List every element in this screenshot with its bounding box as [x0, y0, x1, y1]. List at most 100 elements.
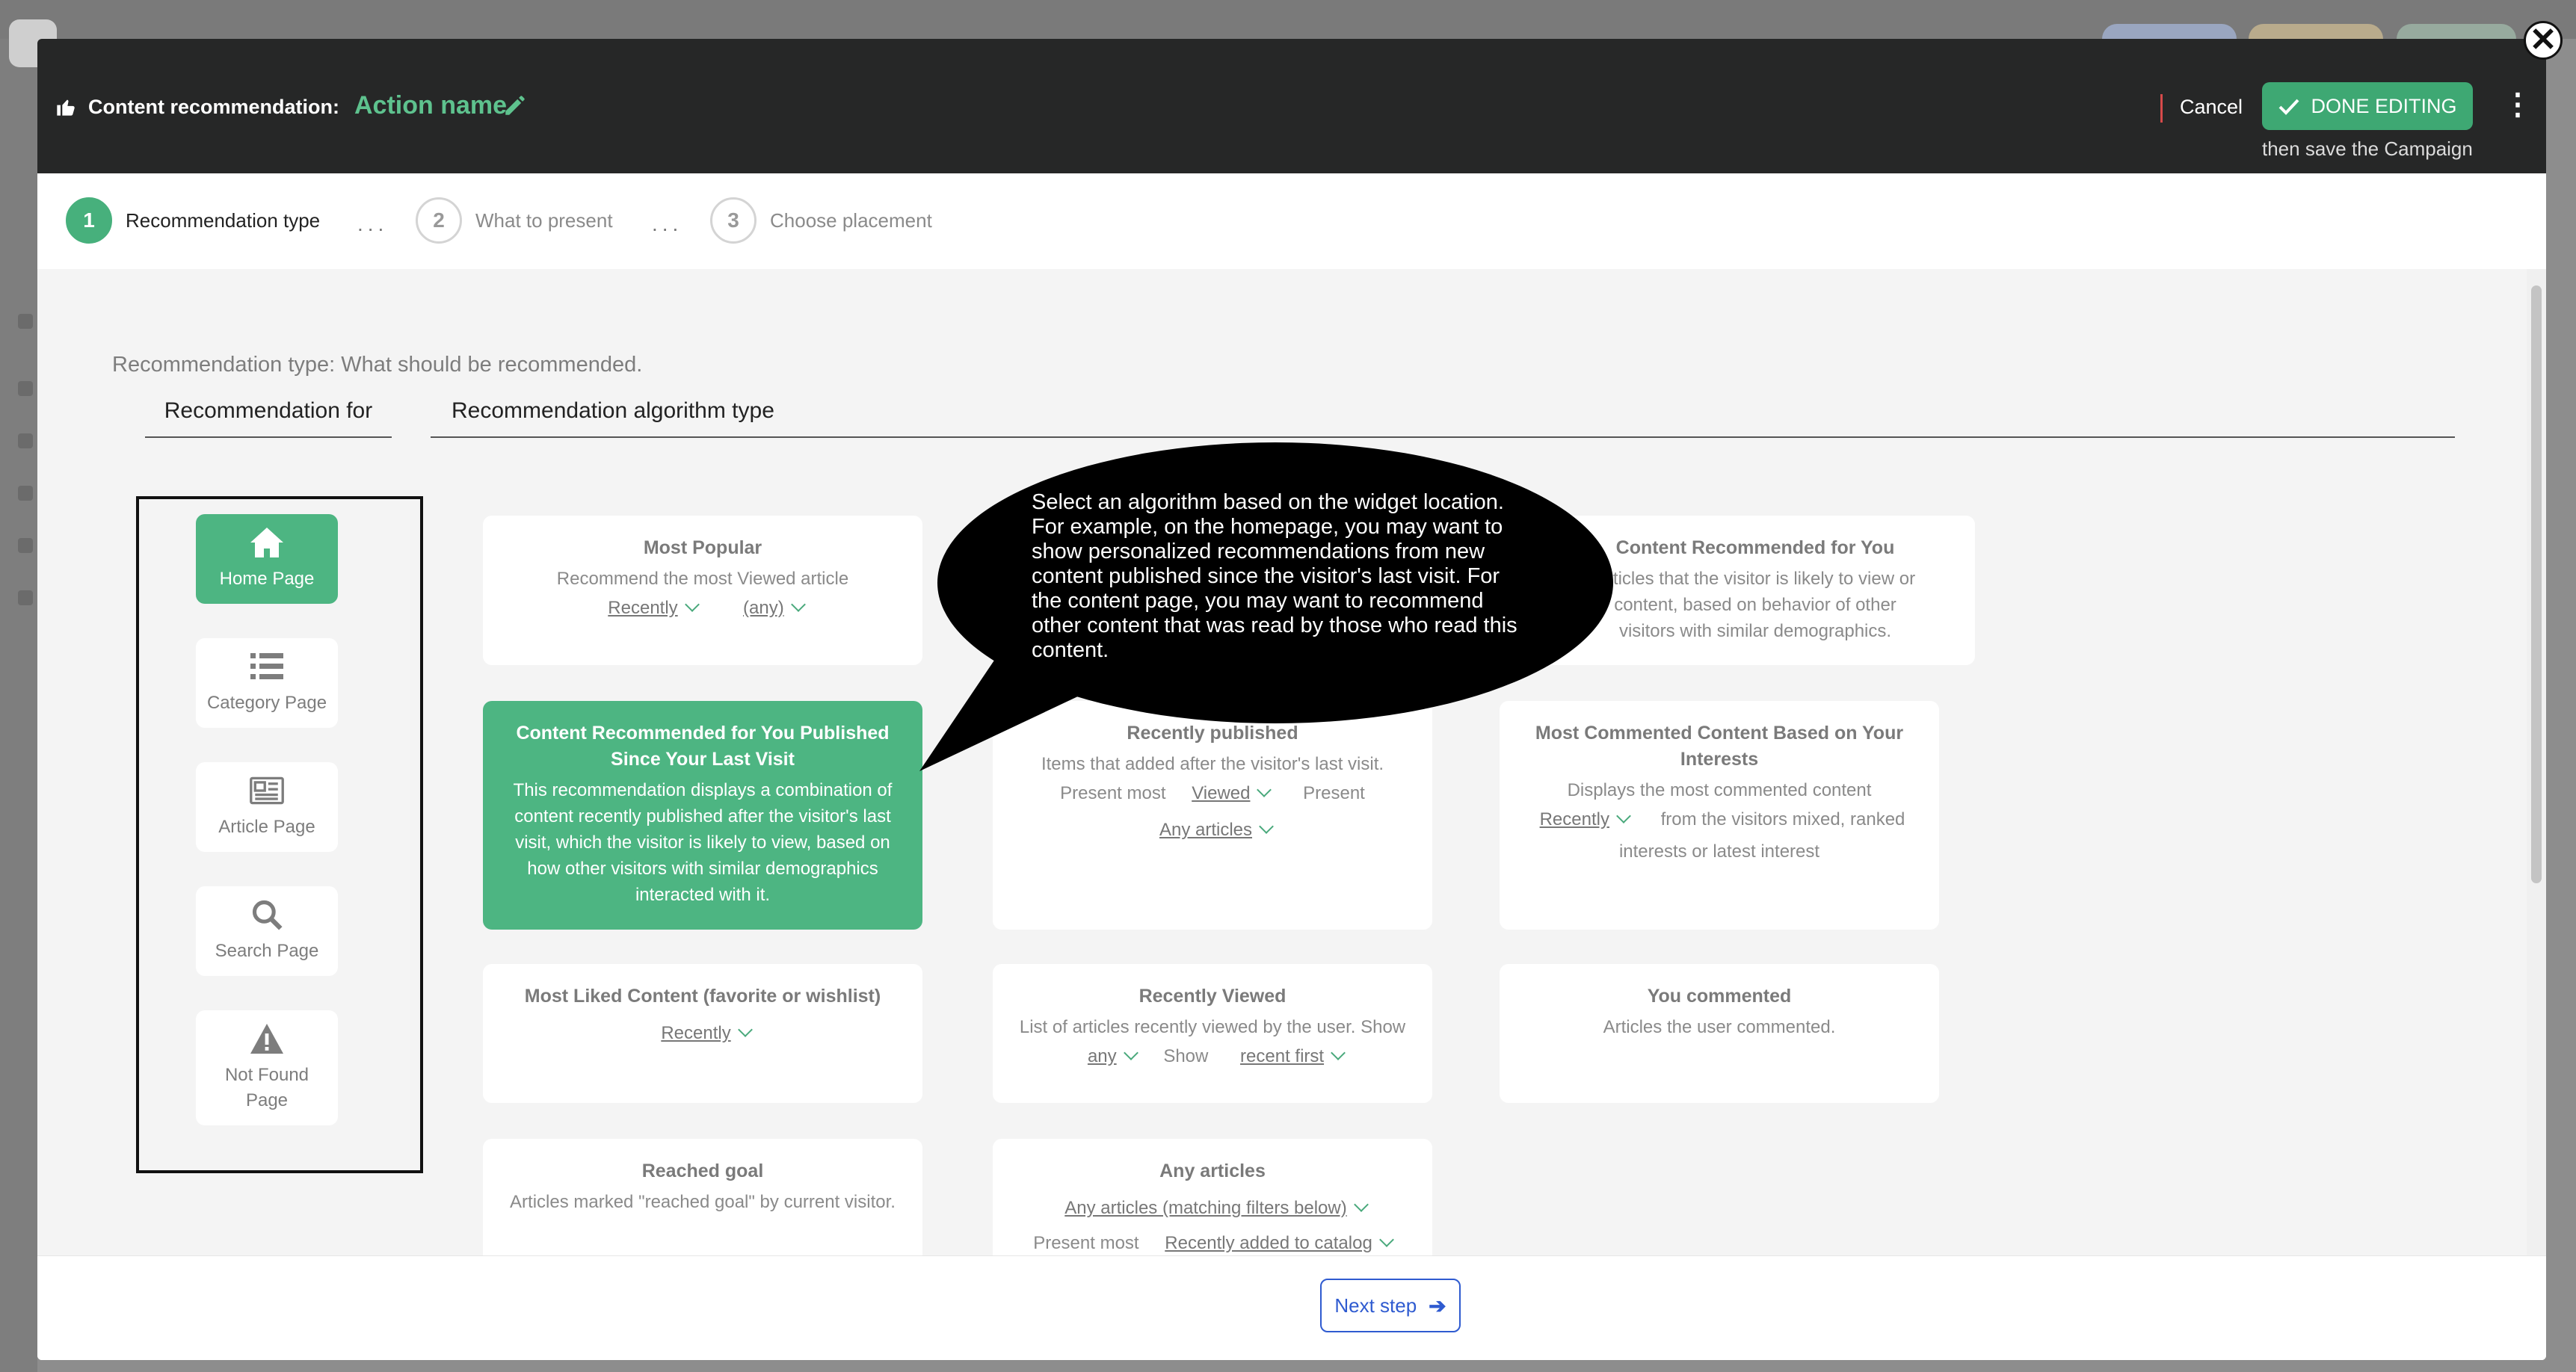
algorithm-card-reached-goal[interactable]: Reached goal Articles marked "reached go… [483, 1139, 922, 1255]
scrollbar-thumb[interactable] [2531, 285, 2542, 883]
next-step-button[interactable]: Next step ➔ [1320, 1279, 1461, 1332]
step-label: Choose placement [770, 208, 932, 232]
card-controls: any Show recent first [1006, 1043, 1419, 1069]
card-controls: Recently (any) [496, 595, 909, 621]
card-title: Any articles [1159, 1161, 1266, 1181]
step-separator: ... [357, 212, 389, 235]
chevron-down-icon [684, 597, 700, 612]
arrow-right-icon: ➔ [1429, 1294, 1446, 1317]
card-title: You commented [1647, 986, 1792, 1007]
card-controls: Recently from the visitors mixed, ranked [1513, 806, 1926, 832]
step-separator: ... [652, 212, 683, 235]
step-what-to-present[interactable]: 2 What to present [416, 197, 613, 244]
order-dropdown[interactable]: recent first [1240, 1046, 1324, 1066]
algorithm-card-most-popular[interactable]: Most Popular Recommend the most Viewed a… [483, 516, 922, 665]
chevron-down-icon [1353, 1197, 1369, 1212]
card-controls: Recently [496, 1020, 909, 1046]
location-label: Home Page [219, 569, 315, 589]
background-sidebar-icon [18, 590, 33, 605]
modal-header: Content recommendation: Action name Canc… [37, 39, 2546, 173]
card-controls: Present most Recently added to catalog [1006, 1230, 1419, 1255]
chevron-down-icon [1616, 809, 1631, 823]
search-icon [252, 900, 283, 930]
action-name[interactable]: Action name [354, 91, 507, 120]
articles-filter-dropdown[interactable]: Any articles (matching filters below) [1064, 1198, 1346, 1218]
time-range-dropdown[interactable]: Recently [661, 1023, 730, 1043]
articles-dropdown[interactable]: Any articles [1159, 820, 1252, 840]
content-recommendation-modal: Content recommendation: Action name Canc… [37, 39, 2546, 1360]
checkmark-icon [2279, 99, 2299, 115]
header-divider [2160, 94, 2163, 123]
step-number: 1 [66, 197, 112, 244]
card-title: Most Popular [643, 537, 762, 558]
more-options-icon[interactable]: ⋮ [2503, 90, 2533, 120]
sort-dropdown[interactable]: Recently added to catalog [1165, 1233, 1372, 1253]
algorithm-card-most-liked[interactable]: Most Liked Content (favorite or wishlist… [483, 964, 922, 1103]
filter-dropdown[interactable]: (any) [743, 598, 784, 618]
background-sidebar-icon [18, 433, 33, 448]
chevron-down-icon [1331, 1045, 1346, 1060]
newspaper-icon [250, 776, 284, 805]
card-title: Most Liked Content (favorite or wishlist… [524, 986, 881, 1007]
background-sidebar-icon [18, 538, 33, 553]
location-label: Search Page [215, 941, 319, 961]
location-label: Article Page [218, 817, 315, 837]
tab-label: Recommendation algorithm type [452, 398, 774, 423]
time-range-dropdown[interactable]: Recently [1540, 809, 1609, 829]
location-article-page[interactable]: Article Page [196, 762, 338, 852]
chevron-down-icon [790, 597, 806, 612]
card-description: This recommendation displays a combinati… [513, 780, 893, 905]
algorithm-card-you-commented[interactable]: You commented Articles the user commente… [1500, 964, 1939, 1103]
step-number: 2 [416, 197, 462, 244]
background-app-sidebar [0, 39, 37, 1372]
card-control-label: Show [1163, 1046, 1209, 1066]
card-description: Articles the user commented. [1603, 1017, 1836, 1037]
step-number: 3 [710, 197, 757, 244]
background-sidebar-icon [18, 381, 33, 396]
step-choose-placement[interactable]: 3 Choose placement [710, 197, 932, 244]
tab-recommendation-algorithm[interactable]: Recommendation algorithm type [431, 386, 2455, 438]
close-modal-button[interactable]: ✕ [2524, 21, 2563, 60]
intro-text: Recommendation type: What should be reco… [112, 353, 643, 377]
card-controls: Any articles [1006, 817, 1419, 843]
chevron-down-icon [737, 1022, 753, 1037]
pencil-icon[interactable] [502, 93, 528, 118]
done-editing-button[interactable]: DONE EDITING [2262, 82, 2473, 130]
location-home-page[interactable]: Home Page [196, 514, 338, 604]
card-description: Recommend the most Viewed article [556, 569, 849, 589]
algorithm-card-recently-viewed[interactable]: Recently Viewed List of articles recentl… [993, 964, 1432, 1103]
location-search-page[interactable]: Search Page [196, 886, 338, 976]
card-control-label: from the visitors mixed, ranked [1660, 809, 1905, 829]
step-label: What to present [475, 208, 613, 232]
page-location-list: Home Page Category Page Article Page Sea… [136, 496, 423, 1173]
modal-footer: Next step ➔ [37, 1255, 2546, 1360]
cancel-button[interactable]: Cancel [2180, 96, 2243, 119]
step-recommendation-type[interactable]: 1 Recommendation type [66, 197, 320, 244]
tab-recommendation-for[interactable]: Recommendation for [145, 386, 392, 438]
chevron-down-icon [1378, 1232, 1394, 1247]
chevron-down-icon [1259, 819, 1274, 834]
warning-icon [250, 1024, 283, 1054]
next-step-label: Next step [1334, 1294, 1417, 1317]
thumbs-up-icon [57, 99, 75, 116]
background-sidebar-icon [18, 486, 33, 501]
tooltip-text: Select an algorithm based on the widget … [1032, 490, 1517, 662]
location-not-found-page[interactable]: Not Found Page [196, 1010, 338, 1125]
time-range-dropdown[interactable]: Recently [608, 598, 677, 618]
background-sidebar-icon [18, 314, 33, 329]
home-icon [250, 528, 283, 557]
location-label: Not Found Page [224, 1065, 309, 1110]
scope-dropdown[interactable]: any [1088, 1046, 1117, 1066]
card-title: Content Recommended for You Published Si… [516, 723, 890, 770]
card-title: Reached goal [641, 1161, 764, 1181]
done-editing-subtext: then save the Campaign [2262, 137, 2473, 160]
algorithm-card-any-articles[interactable]: Any articles Any articles (matching filt… [993, 1139, 1432, 1255]
location-category-page[interactable]: Category Page [196, 638, 338, 728]
step-label: Recommendation type [126, 208, 321, 232]
algorithm-card-published-since-last-visit[interactable]: Content Recommended for You Published Si… [483, 701, 922, 930]
content-area: Recommendation type: What should be reco… [37, 269, 2527, 1255]
card-control-label: Present most [1033, 1233, 1139, 1253]
header-label: Content recommendation: [88, 96, 340, 118]
done-editing-label: DONE EDITING [2311, 94, 2457, 117]
list-icon [250, 653, 283, 679]
